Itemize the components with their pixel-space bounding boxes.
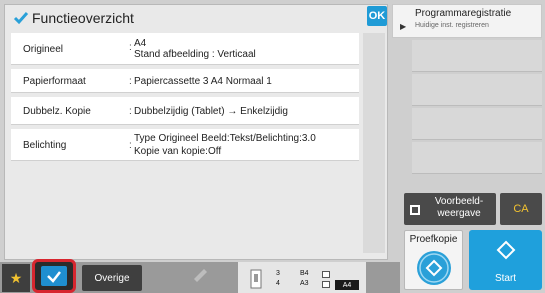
function-overview-panel: Functieoverzicht OK Origineel : A4 Stand… [4, 4, 388, 260]
tray-number: 3 [276, 270, 280, 277]
program-registration-button[interactable]: ▶ Programmaregistratie Huidige inst. reg… [392, 4, 542, 38]
row-label: Belichting [23, 140, 67, 151]
row-value-line: Stand afbeelding : Verticaal [134, 49, 256, 60]
proof-copy-button[interactable]: Proefkopie [404, 230, 463, 290]
preview-button[interactable]: Voorbeeld- weergave [404, 193, 496, 225]
checkmark-icon [13, 12, 29, 25]
printer-icon [250, 269, 262, 289]
empty-slot [412, 142, 542, 174]
tray-indicator [322, 271, 330, 278]
tray-row: 3 B4 [276, 270, 340, 279]
clear-all-button[interactable]: CA [500, 193, 542, 225]
preview-label: Voorbeeld- weergave [434, 196, 484, 219]
copier-screen: Functieoverzicht OK Origineel : A4 Stand… [0, 0, 545, 293]
row-value-line: Type Origineel Beeld:Tekst/Belichting:3.… [134, 133, 316, 144]
function-check-button[interactable] [32, 259, 76, 293]
paper-status-area: 3 B4 4 A3 A4 [238, 262, 366, 293]
row-colon: : [129, 106, 132, 117]
row-colon: : [129, 76, 132, 87]
checkmark-icon [41, 266, 67, 286]
row-label: Origineel [23, 44, 64, 55]
empty-slot [412, 108, 542, 140]
tray-number: 4 [276, 280, 280, 287]
star-icon[interactable]: ★ [2, 264, 30, 292]
preview-icon [410, 205, 420, 215]
diamond-start-icon [496, 240, 516, 260]
settings-row-dubbelzijdig: Dubbelz. Kopie : Dubbelzijdig (Tablet) →… [11, 97, 359, 125]
start-label: Start [494, 273, 517, 284]
scrollbar[interactable] [363, 33, 385, 253]
settings-list: Origineel : A4 Stand afbeelding : Vertic… [11, 33, 359, 161]
program-title: Programmaregistratie [415, 8, 512, 19]
tray-size: B4 [300, 270, 309, 277]
row-colon: : [129, 42, 132, 53]
empty-slot [412, 40, 542, 72]
row-value: Papiercassette 3 A4 Normaal 1 [134, 76, 272, 87]
program-subtitle: Huidige inst. registreren [415, 22, 489, 29]
row-value: A4 Stand afbeelding : Verticaal [134, 38, 256, 60]
proof-label: Proefkopie [409, 234, 458, 245]
other-button[interactable]: Overige [82, 265, 142, 291]
row-value: Type Origineel Beeld:Tekst/Belichting:3.… [134, 133, 316, 157]
tray-size: A3 [300, 280, 309, 287]
pencil-icon [194, 269, 207, 282]
empty-slot [412, 74, 542, 106]
tray-row: 4 A3 [276, 280, 340, 289]
ok-button[interactable]: OK [367, 6, 387, 26]
play-arrow-icon: ▶ [400, 22, 407, 31]
start-button[interactable]: Start [469, 230, 542, 290]
paper-size-badge: A4 [335, 280, 359, 290]
settings-row-belichting: Belichting : Type Origineel Beeld:Tekst/… [11, 129, 359, 161]
settings-row-papierformaat: Papierformaat : Papiercassette 3 A4 Norm… [11, 69, 359, 93]
row-label: Papierformaat [23, 76, 86, 87]
row-value-line: Kopie van kopie:Off [134, 146, 222, 157]
row-value-line: A4 [134, 38, 147, 49]
row-label: Dubbelz. Kopie [23, 106, 91, 117]
row-colon: : [129, 140, 132, 151]
diamond-start-icon [417, 251, 451, 285]
row-value: Dubbelzijdig (Tablet) → Enkelzijdig [134, 106, 288, 117]
panel-title: Functieoverzicht [32, 10, 134, 26]
settings-row-origineel: Origineel : A4 Stand afbeelding : Vertic… [11, 33, 359, 65]
tray-indicator [322, 281, 330, 288]
